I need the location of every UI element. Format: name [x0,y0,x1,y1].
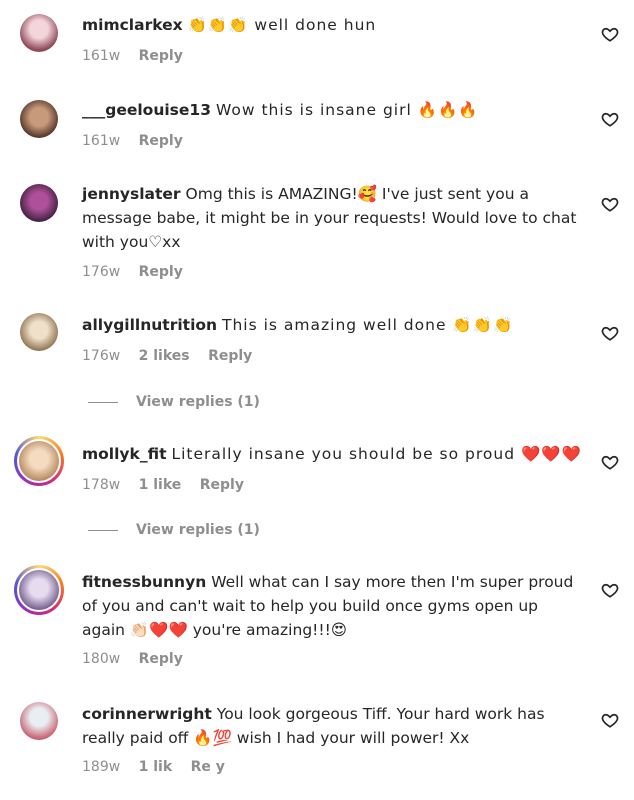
heart-outline-icon[interactable] [601,110,619,128]
comment-username[interactable]: mollyk_fit [82,445,167,463]
avatar[interactable] [14,565,64,615]
avatar[interactable] [20,313,58,351]
divider-line [88,529,118,531]
avatar[interactable] [20,100,58,138]
comment-meta: 178w 1 like Reply [82,477,258,493]
comment-meta: 161w Reply [82,133,197,149]
heart-outline-icon[interactable] [601,453,619,471]
heart-outline-icon[interactable] [601,581,619,599]
comment-username[interactable]: fitnessbunnyn [82,573,206,591]
avatar[interactable] [20,184,58,222]
comment-username[interactable]: ___geelouise13 [82,101,211,119]
reply-button[interactable]: Reply [139,133,183,149]
view-replies-label[interactable]: View replies (1) [136,394,260,410]
comment-age: 176w [82,264,121,280]
heart-outline-icon[interactable] [601,195,619,213]
comment-text-block: mimclarkex 👏👏👏 well done hun [82,13,592,37]
comment-body: This is amazing well done 👏👏👏 [222,316,514,334]
comment-meta: 176w 2 likes Reply [82,348,266,364]
comment-meta: 176w Reply [82,264,197,280]
divider-line [88,401,118,403]
reply-button[interactable]: Reply [208,348,252,364]
comment-username[interactable]: jennyslater [82,185,181,203]
reply-button[interactable]: Reply [139,48,183,64]
like-count[interactable]: 2 likes [139,348,190,364]
reply-button[interactable]: Reply [200,477,244,493]
view-replies-button[interactable]: View replies (1) [88,522,260,538]
comment-body: Literally insane you should be so proud … [171,445,582,463]
reply-button[interactable]: Re y [191,759,225,775]
comment-age: 161w [82,48,121,64]
heart-outline-icon[interactable] [601,711,619,729]
comment-username[interactable]: allygillnutrition [82,316,217,334]
like-count[interactable]: 1 like [139,477,182,493]
comment-username[interactable]: mimclarkex [82,16,183,34]
comment-meta: 189w 1 lik Re y [82,759,239,775]
avatar-photo [17,568,61,612]
comment-age: 180w [82,651,121,667]
comment-body: 👏👏👏 well done hun [187,16,377,34]
avatar[interactable] [20,702,58,740]
comment-age: 178w [82,477,121,493]
view-replies-label[interactable]: View replies (1) [136,522,260,538]
heart-outline-icon[interactable] [601,324,619,342]
comment-age: 176w [82,348,121,364]
comment-age: 189w [82,759,121,775]
avatar-photo [17,439,61,483]
view-replies-button[interactable]: View replies (1) [88,394,260,410]
avatar[interactable] [14,436,64,486]
comment-meta: 180w Reply [82,651,197,667]
reply-button[interactable]: Reply [139,264,183,280]
reply-button[interactable]: Reply [139,651,183,667]
comment-body: Wow this is insane girl 🔥🔥🔥 [215,101,479,119]
avatar[interactable] [20,14,58,52]
comment-age: 161w [82,133,121,149]
comment-username[interactable]: corinnerwright [82,705,212,723]
heart-outline-icon[interactable] [601,25,619,43]
comment-meta: 161w Reply [82,48,197,64]
like-count[interactable]: 1 lik [139,759,173,775]
